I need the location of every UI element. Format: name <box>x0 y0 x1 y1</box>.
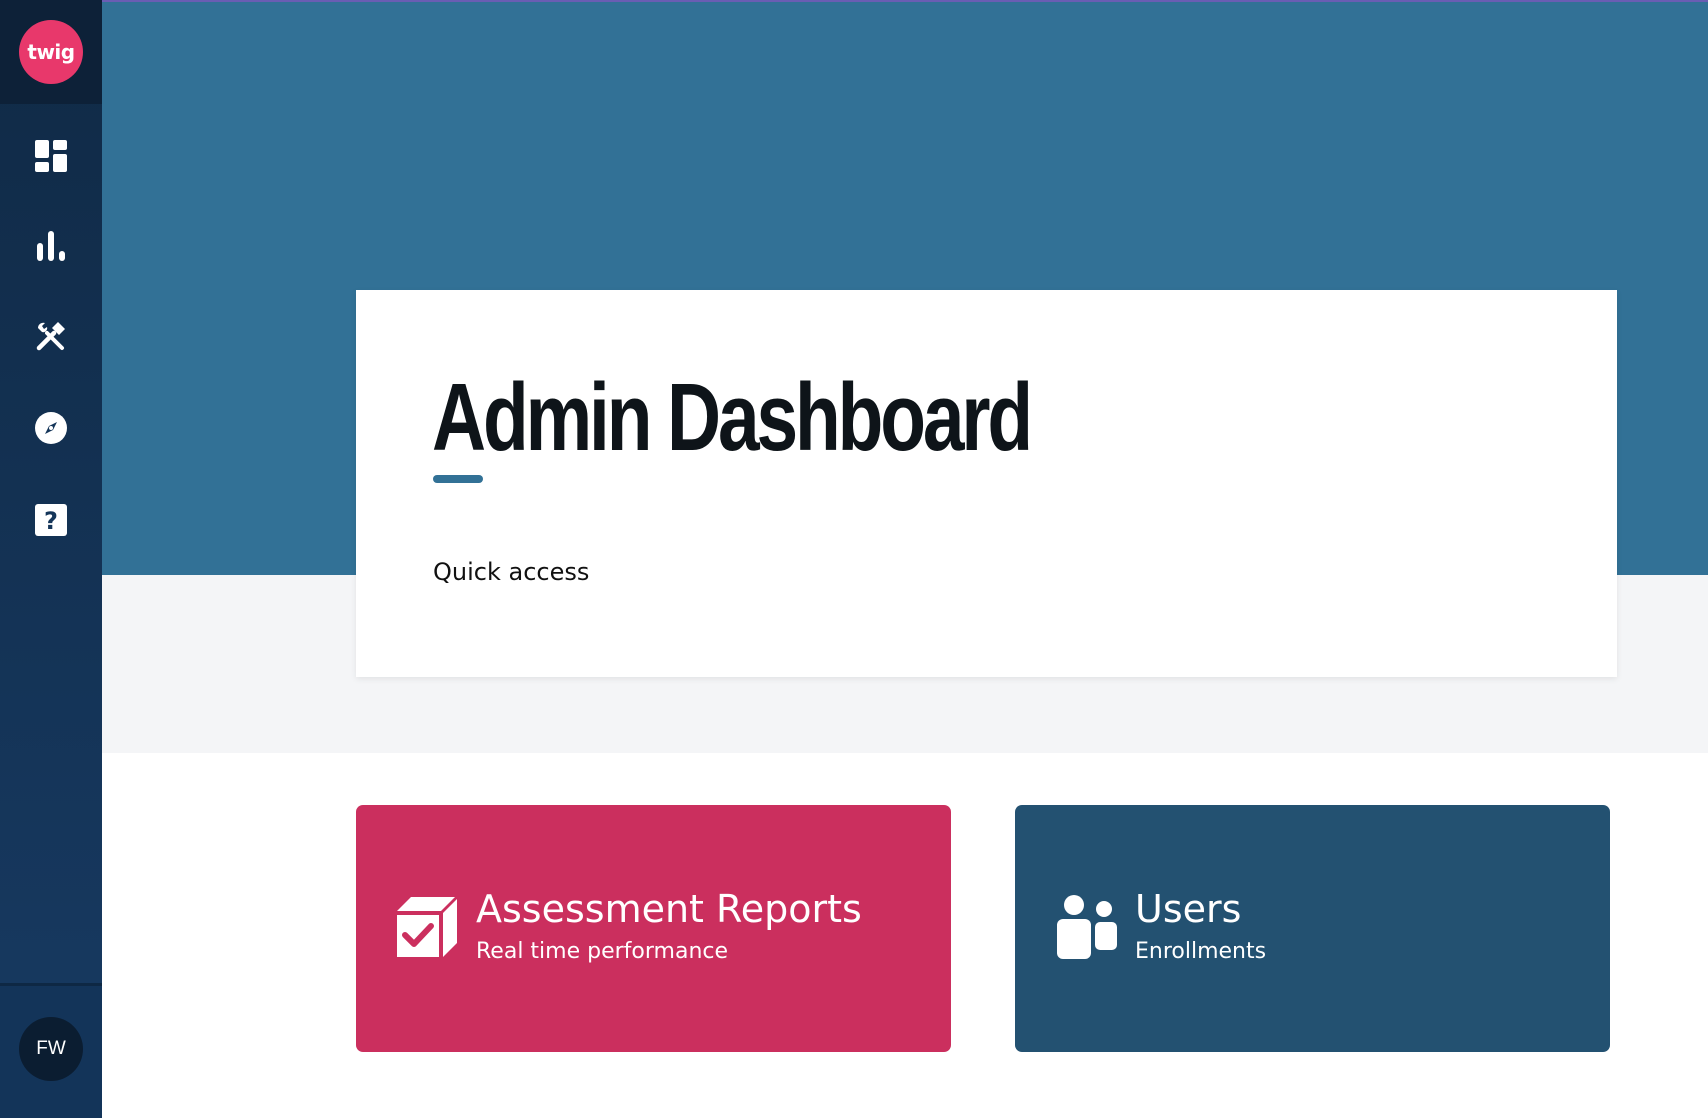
help-icon: ? <box>34 503 68 537</box>
user-avatar[interactable]: FW <box>19 1017 83 1081</box>
assessment-reports-tile[interactable]: Assessment Reports Real time performance <box>356 805 951 1052</box>
header-card: Admin Dashboard Quick access <box>356 290 1617 677</box>
users-tile[interactable]: Users Enrollments <box>1015 805 1610 1052</box>
page-title: Admin Dashboard <box>432 364 1033 471</box>
svg-text:?: ? <box>44 507 58 535</box>
tile-subtitle: Enrollments <box>1135 939 1267 964</box>
tile-title: Assessment Reports <box>476 887 862 931</box>
sidebar-item-help[interactable]: ? <box>21 490 81 550</box>
sidebar-item-dashboard[interactable] <box>21 126 81 186</box>
assessment-box-check-icon <box>395 893 461 963</box>
tile-subtitle: Real time performance <box>476 939 729 964</box>
bar-chart-icon <box>34 229 68 263</box>
users-icon <box>1055 895 1119 963</box>
quick-access-label: Quick access <box>433 558 590 586</box>
tools-icon <box>34 319 68 353</box>
sidebar-item-reports[interactable] <box>21 216 81 276</box>
twig-logo[interactable]: twig <box>19 20 83 84</box>
logo-container: twig <box>0 0 102 104</box>
title-underline <box>433 475 483 483</box>
sidebar-item-tools[interactable] <box>21 306 81 366</box>
compass-icon <box>34 411 68 445</box>
dashboard-icon <box>34 139 68 173</box>
tile-title: Users <box>1135 887 1242 931</box>
sidebar: twig ? FW <box>0 0 102 1118</box>
sidebar-item-explore[interactable] <box>21 398 81 458</box>
